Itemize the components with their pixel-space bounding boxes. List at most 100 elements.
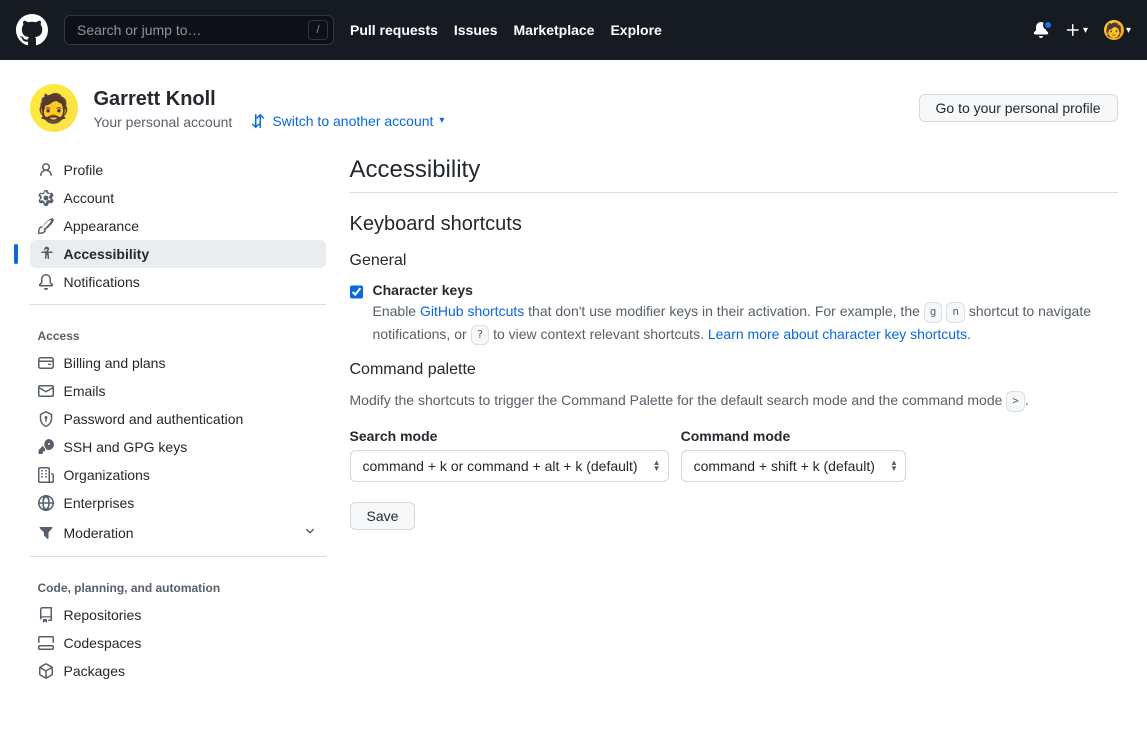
sidebar-item-profile[interactable]: Profile	[30, 156, 326, 184]
sidebar-item-notifications[interactable]: Notifications	[30, 268, 326, 296]
github-logo[interactable]	[16, 14, 48, 46]
sidebar-item-password[interactable]: Password and authentication	[30, 405, 326, 433]
sidebar-item-label: Moderation	[64, 525, 134, 541]
sidebar-item-label: Password and authentication	[64, 411, 244, 427]
go-to-profile-button[interactable]: Go to your personal profile	[919, 94, 1118, 122]
nav-issues[interactable]: Issues	[454, 22, 498, 38]
primary-nav: Pull requests Issues Marketplace Explore	[350, 22, 662, 38]
character-keys-option: Character keys Enable GitHub shortcuts t…	[350, 282, 1118, 345]
switch-account-link[interactable]: Switch to another account ▾	[250, 113, 444, 129]
sidebar-item-label: SSH and GPG keys	[64, 439, 188, 455]
nav-explore[interactable]: Explore	[610, 22, 661, 38]
credit-card-icon	[38, 355, 54, 371]
notifications-button[interactable]	[1033, 22, 1049, 38]
sidebar-item-label: Appearance	[64, 218, 140, 234]
codespaces-icon	[38, 635, 54, 651]
chevron-down-icon	[302, 523, 318, 542]
shield-lock-icon	[38, 411, 54, 427]
repo-icon	[38, 607, 54, 623]
general-heading: General	[350, 252, 1118, 270]
kbd-g: g	[924, 302, 943, 323]
sidebar-item-label: Billing and plans	[64, 355, 166, 371]
nav-pull-requests[interactable]: Pull requests	[350, 22, 438, 38]
settings-sidebar: Profile Account Appearance Accessibility…	[30, 156, 326, 693]
nav-marketplace[interactable]: Marketplace	[514, 22, 595, 38]
sidebar-item-repositories[interactable]: Repositories	[30, 601, 326, 629]
caret-down-icon: ▾	[1126, 25, 1131, 36]
sidebar-item-emails[interactable]: Emails	[30, 377, 326, 405]
character-keys-description: Enable GitHub shortcuts that don't use m…	[373, 300, 1118, 345]
global-header: / Pull requests Issues Marketplace Explo…	[0, 0, 1147, 60]
account-name: Garrett Knoll	[94, 87, 903, 112]
command-palette-heading: Command palette	[350, 361, 1118, 379]
notification-dot	[1043, 20, 1053, 30]
sidebar-item-moderation[interactable]: Moderation	[30, 517, 326, 548]
character-keys-checkbox[interactable]	[350, 285, 363, 299]
key-icon	[38, 439, 54, 455]
sidebar-item-label: Repositories	[64, 607, 142, 623]
report-icon	[38, 525, 54, 541]
arrow-switch-icon	[250, 113, 266, 129]
sidebar-item-label: Enterprises	[64, 495, 135, 511]
search-slash-hint: /	[308, 20, 328, 40]
user-menu[interactable]: ▾	[1104, 20, 1131, 40]
sidebar-item-account[interactable]: Account	[30, 184, 326, 212]
sidebar-heading-access: Access	[30, 313, 326, 349]
divider	[30, 556, 326, 557]
github-shortcuts-link[interactable]: GitHub shortcuts	[420, 303, 524, 319]
person-icon	[38, 162, 54, 178]
kbd-n: n	[946, 302, 965, 323]
account-header: Garrett Knoll Your personal account Swit…	[30, 84, 1118, 132]
save-button[interactable]: Save	[350, 502, 416, 530]
gear-icon	[38, 190, 54, 206]
create-new-menu[interactable]: ▾	[1065, 22, 1088, 38]
sidebar-heading-code: Code, planning, and automation	[30, 565, 326, 601]
command-mode-label: Command mode	[681, 428, 906, 444]
switch-account-label: Switch to another account	[272, 113, 433, 129]
sidebar-item-label: Notifications	[64, 274, 140, 290]
sidebar-item-enterprises[interactable]: Enterprises	[30, 489, 326, 517]
sidebar-item-label: Organizations	[64, 467, 150, 483]
avatar	[30, 84, 78, 132]
mail-icon	[38, 383, 54, 399]
divider	[30, 304, 326, 305]
kbd-question: ?	[471, 325, 490, 346]
caret-down-icon: ▾	[1083, 25, 1088, 36]
sidebar-item-ssh-keys[interactable]: SSH and GPG keys	[30, 433, 326, 461]
sidebar-item-packages[interactable]: Packages	[30, 657, 326, 685]
search-mode-select[interactable]: command + k or command + alt + k (defaul…	[350, 450, 669, 482]
sidebar-item-label: Account	[64, 190, 115, 206]
avatar	[1104, 20, 1124, 40]
globe-icon	[38, 495, 54, 511]
caret-down-icon: ▾	[439, 115, 444, 126]
page-title: Accessibility	[350, 156, 1118, 193]
account-subtitle: Your personal account	[94, 114, 233, 130]
global-search: /	[64, 15, 334, 45]
sidebar-item-label: Accessibility	[64, 246, 150, 262]
sidebar-item-label: Packages	[64, 663, 125, 679]
sidebar-item-label: Profile	[64, 162, 104, 178]
main-content: Accessibility Keyboard shortcuts General…	[350, 156, 1118, 530]
sidebar-item-billing[interactable]: Billing and plans	[30, 349, 326, 377]
sidebar-item-label: Codespaces	[64, 635, 142, 651]
search-input[interactable]	[64, 15, 334, 45]
paintbrush-icon	[38, 218, 54, 234]
command-palette-description: Modify the shortcuts to trigger the Comm…	[350, 391, 1118, 412]
bell-icon	[38, 274, 54, 290]
header-actions: ▾ ▾	[1033, 20, 1131, 40]
character-keys-label: Character keys	[373, 282, 1118, 298]
command-mode-select[interactable]: command + shift + k (default)	[681, 450, 906, 482]
sidebar-item-organizations[interactable]: Organizations	[30, 461, 326, 489]
sidebar-item-label: Emails	[64, 383, 106, 399]
sidebar-item-accessibility[interactable]: Accessibility	[30, 240, 326, 268]
sidebar-item-codespaces[interactable]: Codespaces	[30, 629, 326, 657]
search-mode-label: Search mode	[350, 428, 669, 444]
learn-more-link[interactable]: Learn more about character key shortcuts…	[708, 326, 971, 342]
keyboard-shortcuts-heading: Keyboard shortcuts	[350, 213, 1118, 236]
sidebar-item-appearance[interactable]: Appearance	[30, 212, 326, 240]
package-icon	[38, 663, 54, 679]
accessibility-icon	[38, 246, 54, 262]
plus-icon	[1065, 22, 1081, 38]
kbd-gt: >	[1006, 391, 1025, 412]
organization-icon	[38, 467, 54, 483]
